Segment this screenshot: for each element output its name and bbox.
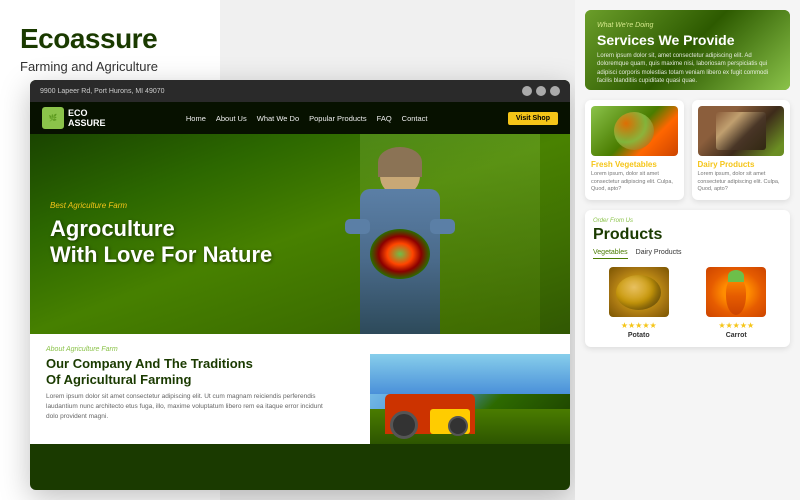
fresh-vegetables-card: Fresh Vegetables Lorem ipsum, dolor sit … (585, 100, 684, 200)
tab-dairy[interactable]: Dairy Products (636, 249, 682, 259)
carrot-visual (721, 270, 751, 315)
carrot-stars: ★★★★★ (691, 321, 783, 330)
farmer-figure (350, 139, 450, 334)
services-title: Services We Provide (597, 32, 778, 48)
vegetables-card-image (591, 106, 678, 156)
nav-about[interactable]: About Us (216, 114, 247, 123)
farmer-hair (378, 147, 422, 177)
product-cards-row: Fresh Vegetables Lorem ipsum, dolor sit … (585, 100, 790, 200)
topbar-social-icons (522, 86, 560, 96)
potato-stars: ★★★★★ (593, 321, 685, 330)
farmer-left-arm (345, 219, 370, 234)
vegetable-bundle (370, 229, 430, 279)
topbar-address: 9900 Lapeer Rd, Port Hurons, MI 49070 (40, 88, 165, 95)
nav-contact[interactable]: Contact (402, 114, 428, 123)
right-panel: What We're Doing Services We Provide Lor… (575, 0, 800, 500)
products-tabs: Vegetables Dairy Products (593, 249, 782, 259)
dairy-visual (716, 112, 766, 150)
products-grid: ★★★★★ Potato ★★★★★ Carrot (593, 267, 782, 339)
about-label: About Agriculture Farm (46, 346, 325, 353)
services-card: What We're Doing Services We Provide Lor… (585, 10, 790, 90)
carrot-image (706, 267, 766, 317)
about-text: Lorem ipsum dolor sit amet consectetur a… (46, 392, 325, 421)
visit-shop-button[interactable]: Visit Shop (508, 112, 558, 125)
instagram-icon (550, 86, 560, 96)
potato-image (609, 267, 669, 317)
tractor-wheel-back (390, 411, 418, 439)
services-description: Lorem ipsum dolor sit, amet consectetur … (597, 52, 778, 86)
about-title: Our Company And The Traditions Of Agricu… (46, 356, 325, 387)
nav-logo: 🌿 ECOASSURE (42, 107, 106, 129)
facebook-icon (522, 86, 532, 96)
site-mockup: 9900 Lapeer Rd, Port Hurons, MI 49070 🌿 … (30, 80, 570, 490)
about-content: About Agriculture Farm Our Company And T… (46, 346, 325, 421)
vegetables-card-title: Fresh Vegetables (591, 160, 678, 169)
products-section: Order From Us Products Vegetables Dairy … (585, 210, 790, 347)
veggies-visual (614, 112, 654, 150)
products-title: Products (593, 226, 782, 244)
nav-faq[interactable]: FAQ (377, 114, 392, 123)
carrot-name: Carrot (691, 332, 783, 339)
logo-icon: 🌿 (42, 107, 64, 129)
products-intro: Order From Us (593, 218, 782, 224)
twitter-icon (536, 86, 546, 96)
product-potato: ★★★★★ Potato (593, 267, 685, 339)
dairy-card-text: Lorem ipsum, dolor sit amet consectetur … (698, 171, 785, 194)
nav-home[interactable]: Home (186, 114, 206, 123)
potato-name: Potato (593, 332, 685, 339)
dairy-card-image (698, 106, 785, 156)
topbar: 9900 Lapeer Rd, Port Hurons, MI 49070 (30, 80, 570, 102)
product-carrot: ★★★★★ Carrot (691, 267, 783, 339)
hero-section: Best Agriculture Farm Agroculture With L… (30, 134, 570, 334)
hero-small-label: Best Agriculture Farm (50, 201, 272, 210)
nav-products[interactable]: Popular Products (309, 114, 367, 123)
tractor-image (370, 354, 570, 444)
hero-title: Agroculture With Love For Nature (50, 216, 272, 267)
dairy-card-title: Dairy Products (698, 160, 785, 169)
carrot-body (726, 277, 746, 315)
carrot-top (728, 270, 744, 282)
vegetables-card-text: Lorem ipsum, dolor sit amet consectetur … (591, 171, 678, 194)
farmer-right-arm (430, 219, 455, 234)
hero-content: Best Agriculture Farm Agroculture With L… (30, 201, 292, 267)
services-label: What We're Doing (597, 22, 778, 29)
brand-subtitle: Farming and Agriculture (20, 59, 200, 74)
navbar: 🌿 ECOASSURE Home About Us What We Do Pop… (30, 102, 570, 134)
hero-title-line1: Agroculture (50, 216, 175, 241)
sky-bg (370, 354, 570, 394)
nav-links: Home About Us What We Do Popular Product… (186, 114, 428, 123)
brand-title: Ecoassure (20, 24, 200, 55)
hero-title-line2: With Love For Nature (50, 242, 272, 267)
tractor-wheel-front (448, 416, 468, 436)
about-section: About Agriculture Farm Our Company And T… (30, 334, 570, 444)
tab-vegetables[interactable]: Vegetables (593, 249, 628, 259)
logo-text: ECOASSURE (68, 108, 106, 128)
potato-visual (616, 275, 661, 310)
dairy-products-card: Dairy Products Lorem ipsum, dolor sit am… (692, 100, 791, 200)
nav-what-we-do[interactable]: What We Do (257, 114, 299, 123)
